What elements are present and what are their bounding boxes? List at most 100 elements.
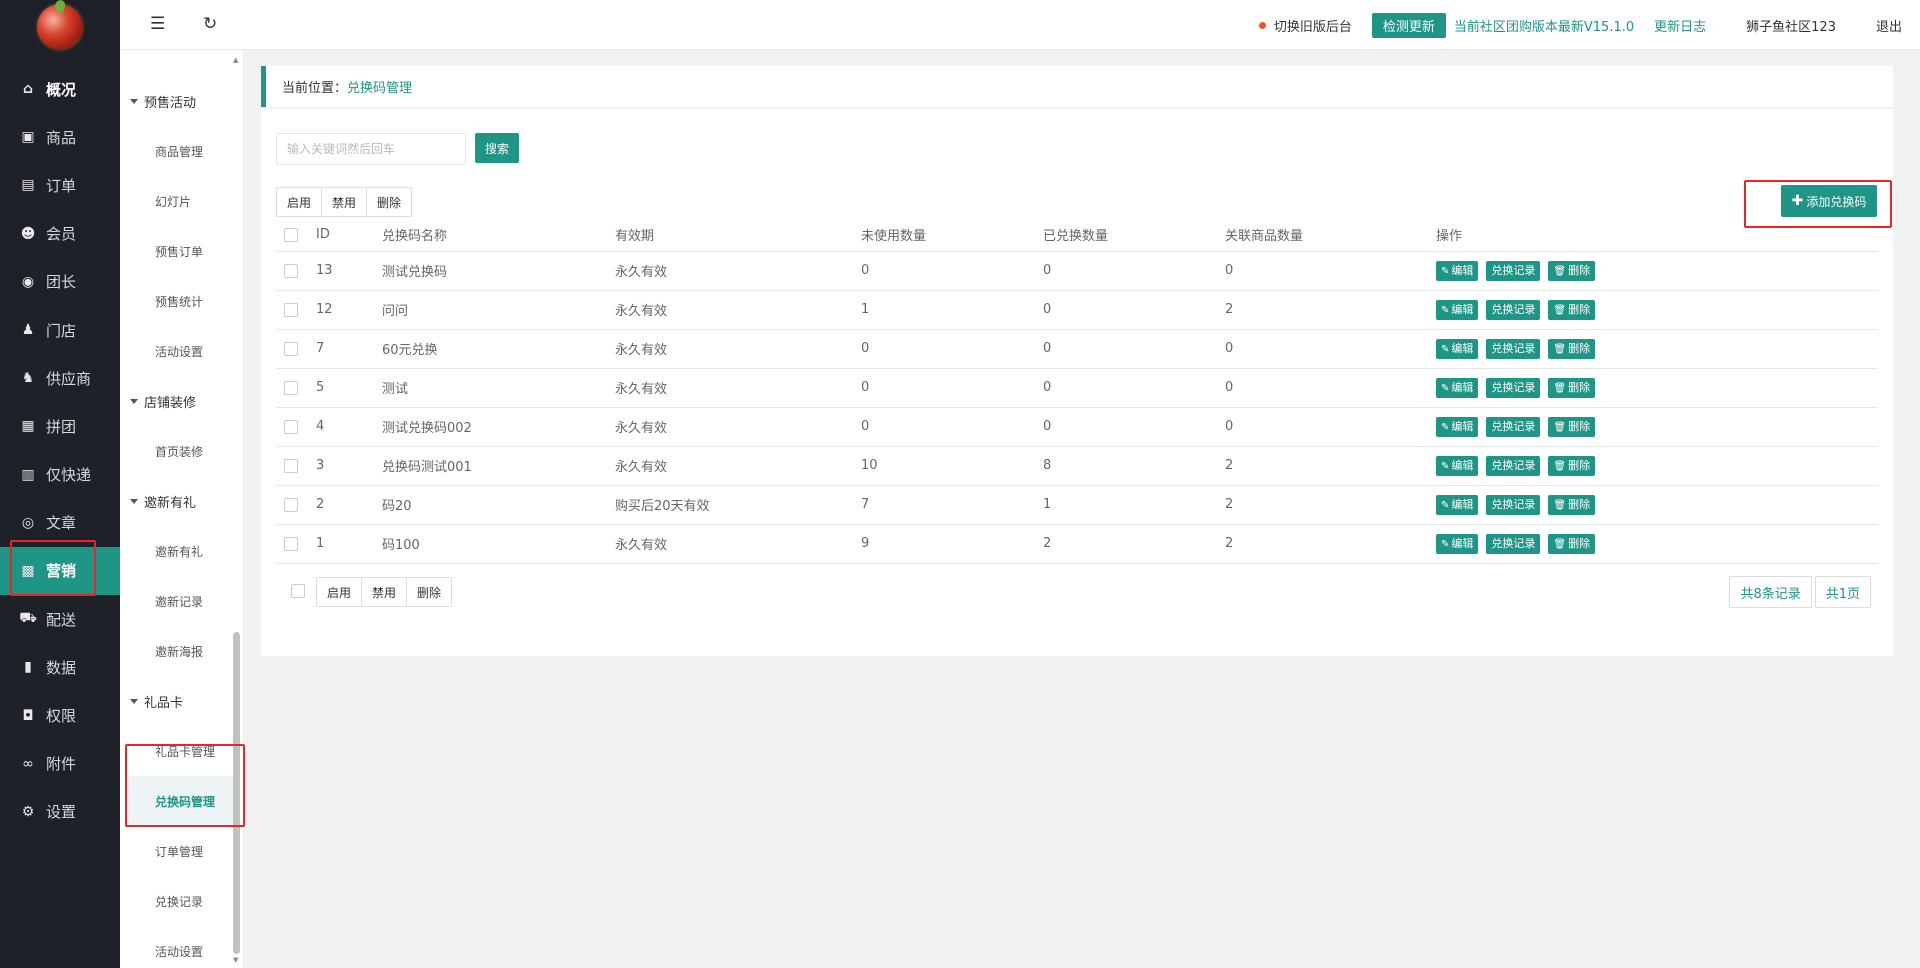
nav-item[interactable]: ♟ 门店 <box>0 306 120 354</box>
nav-group-label: 礼品卡 <box>144 695 184 711</box>
op-label: 删除 <box>1568 536 1591 550</box>
op-label: 编辑 <box>1451 302 1474 316</box>
nav-group-giftcard[interactable]: 礼品卡 <box>120 676 243 726</box>
batch-delete-button[interactable]: 删除 <box>367 188 412 216</box>
nav-item[interactable]: ▩ 营销 <box>0 546 120 596</box>
search-button[interactable]: 搜索 <box>475 133 519 163</box>
sub-item-presale-orders[interactable]: 预售订单 <box>120 226 243 276</box>
delete-button[interactable]: 🗑 删除 <box>1548 416 1596 437</box>
edit-button[interactable]: ✎ 编辑 <box>1436 533 1479 554</box>
nav-item[interactable]: ◘ 权限 <box>0 691 120 739</box>
nav-item[interactable]: ⚙ 设置 <box>0 788 120 836</box>
delete-button[interactable]: 🗑 删除 <box>1548 299 1596 320</box>
nav-group-invite[interactable]: 邀新有礼 <box>120 476 243 526</box>
sub-item-giftcard-settings[interactable]: 活动设置 <box>120 926 243 968</box>
username[interactable]: 狮子鱼社区123 <box>1746 16 1836 35</box>
nav-item[interactable]: ♞ 供应商 <box>0 354 120 402</box>
delete-button[interactable]: 🗑 删除 <box>1548 455 1596 476</box>
total-pages[interactable]: 共1页 <box>1814 576 1871 608</box>
nav-item[interactable]: ▣ 商品 <box>0 113 120 161</box>
redeem-records-button[interactable]: 兑换记录 <box>1486 455 1541 476</box>
redeem-records-button[interactable]: 兑换记录 <box>1486 416 1541 437</box>
nav-group-presale[interactable]: 预售活动 <box>120 76 243 126</box>
cell-name: 码100 <box>382 524 615 564</box>
delete-button[interactable]: 🗑 删除 <box>1548 377 1596 398</box>
batch-enable-button[interactable]: 启用 <box>317 578 363 606</box>
row-checkbox[interactable] <box>284 302 298 317</box>
sub-item-presale-stats[interactable]: 预售统计 <box>120 276 243 326</box>
redeem-records-button[interactable]: 兑换记录 <box>1486 533 1541 554</box>
nav-item[interactable]: ▦ 拼团 <box>0 402 120 450</box>
sub-item-redeem-code-manage[interactable]: 兑换码管理 <box>127 776 237 826</box>
search-input[interactable] <box>276 133 466 165</box>
total-records[interactable]: 共8条记录 <box>1729 576 1812 608</box>
redeem-records-button[interactable]: 兑换记录 <box>1486 494 1541 515</box>
row-checkbox[interactable] <box>284 458 298 473</box>
add-redeem-code-button[interactable]: ✚ 添加兑换码 <box>1781 185 1877 217</box>
menu-collapse-icon[interactable]: ☰ <box>150 14 165 34</box>
breadcrumb-current[interactable]: 兑换码管理 <box>347 77 412 96</box>
delete-button[interactable]: 🗑 删除 <box>1548 260 1596 281</box>
refresh-icon[interactable]: ↻ <box>203 14 217 34</box>
sub-item-invite-records[interactable]: 邀新记录 <box>120 576 243 626</box>
changelog-link[interactable]: 更新日志 <box>1654 16 1706 35</box>
nav-item[interactable]: ⌂ 概况 <box>0 65 120 113</box>
edit-button[interactable]: ✎ 编辑 <box>1436 494 1479 515</box>
pencil-icon: ✎ <box>1441 499 1450 511</box>
redeem-records-button[interactable]: 兑换记录 <box>1486 377 1541 398</box>
select-all-checkbox[interactable] <box>284 227 298 242</box>
row-checkbox[interactable] <box>284 536 298 551</box>
edit-button[interactable]: ✎ 编辑 <box>1436 455 1479 476</box>
sub-item-home-decorate[interactable]: 首页装修 <box>120 426 243 476</box>
sub-item-order-manage[interactable]: 订单管理 <box>120 826 243 876</box>
check-update-button[interactable]: 检测更新 <box>1371 12 1446 38</box>
nav-group-decorate[interactable]: 店铺装修 <box>120 376 243 426</box>
batch-disable-button[interactable]: 禁用 <box>322 188 368 216</box>
edit-button[interactable]: ✎ 编辑 <box>1436 377 1479 398</box>
nav-item[interactable]: ◎ 文章 <box>0 499 120 547</box>
nav-item[interactable]: ∞ 附件 <box>0 740 120 788</box>
nav-item[interactable]: ▥ 仅快递 <box>0 451 120 499</box>
row-checkbox[interactable] <box>284 341 298 356</box>
edit-button[interactable]: ✎ 编辑 <box>1436 299 1479 320</box>
delete-button[interactable]: 🗑 删除 <box>1548 338 1596 359</box>
pencil-icon: ✎ <box>1441 265 1450 277</box>
sub-item-slides[interactable]: 幻灯片 <box>120 176 243 226</box>
row-checkbox[interactable] <box>284 380 298 395</box>
logout-link[interactable]: 退出 <box>1876 16 1902 35</box>
sub-item-goods-manage[interactable]: 商品管理 <box>120 126 243 176</box>
nav-item[interactable]: ◉ 团长 <box>0 258 120 306</box>
edit-button[interactable]: ✎ 编辑 <box>1436 416 1479 437</box>
sub-item-giftcard-manage[interactable]: 礼品卡管理 <box>120 726 243 776</box>
row-checkbox[interactable] <box>284 419 298 434</box>
nav-item[interactable]: ▮ 数据 <box>0 643 120 691</box>
sub-item-presale-settings[interactable]: 活动设置 <box>120 326 243 376</box>
col-header: 兑换码名称 <box>382 219 615 252</box>
nav-item[interactable]: ⛟ 配送 <box>0 595 120 643</box>
switch-old-backend-link[interactable]: 切换旧版后台 <box>1274 16 1352 35</box>
scroll-up-arrow-icon[interactable]: ▲ <box>233 56 238 64</box>
row-checkbox[interactable] <box>284 263 298 278</box>
sub-item-redeem-records[interactable]: 兑换记录 <box>120 876 243 926</box>
cell-name: 测试 <box>382 368 615 408</box>
batch-delete-button[interactable]: 删除 <box>407 578 452 606</box>
logo[interactable] <box>0 0 120 54</box>
sub-sidebar-scrollbar-thumb[interactable] <box>233 632 240 954</box>
nav-item[interactable]: ☻ 会员 <box>0 210 120 258</box>
sub-item-invite-gift[interactable]: 邀新有礼 <box>120 526 243 576</box>
version-link[interactable]: 当前社区团购版本最新V15.1.0 <box>1454 16 1634 35</box>
select-all-checkbox-bottom[interactable] <box>291 584 305 598</box>
redeem-records-button[interactable]: 兑换记录 <box>1486 260 1541 281</box>
redeem-records-button[interactable]: 兑换记录 <box>1486 338 1541 359</box>
redeem-records-button[interactable]: 兑换记录 <box>1486 299 1541 320</box>
sub-item-invite-poster[interactable]: 邀新海报 <box>120 626 243 676</box>
batch-enable-button[interactable]: 启用 <box>277 188 323 216</box>
scroll-down-arrow-icon[interactable]: ▼ <box>233 956 238 964</box>
delete-button[interactable]: 🗑 删除 <box>1548 533 1596 554</box>
row-checkbox[interactable] <box>284 497 298 512</box>
edit-button[interactable]: ✎ 编辑 <box>1436 338 1479 359</box>
delete-button[interactable]: 🗑 删除 <box>1548 494 1596 515</box>
batch-disable-button[interactable]: 禁用 <box>362 578 408 606</box>
nav-item[interactable]: ▤ 订单 <box>0 161 120 209</box>
edit-button[interactable]: ✎ 编辑 <box>1436 260 1479 281</box>
